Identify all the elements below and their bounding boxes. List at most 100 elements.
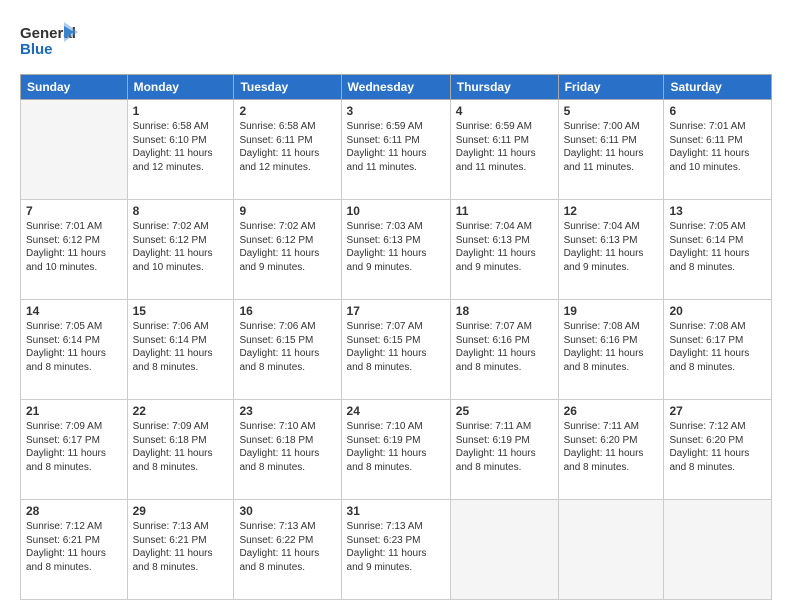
day-info: Sunrise: 7:10 AMSunset: 6:19 PMDaylight:… [347,420,445,474]
day-number: 28 [26,504,122,518]
day-number: 2 [239,104,335,118]
calendar-cell: 2 Sunrise: 6:58 AMSunset: 6:11 PMDaylight… [234,100,341,200]
calendar-table: Sunday Monday Tuesday Wednesday Thursday… [20,74,772,600]
calendar-cell: 22 Sunrise: 7:09 AMSunset: 6:18 PMDayligh… [127,400,234,500]
day-number: 18 [456,304,553,318]
col-monday: Monday [127,75,234,100]
day-number: 13 [669,204,766,218]
calendar-cell: 20 Sunrise: 7:08 AMSunset: 6:17 PMDayligh… [664,300,772,400]
calendar-cell: 14 Sunrise: 7:05 AMSunset: 6:14 PMDayligh… [21,300,128,400]
calendar-cell [21,100,128,200]
calendar-cell: 1Sunrise: 6:58 AMSunset: 6:10 PMDaylight… [127,100,234,200]
day-number: 23 [239,404,335,418]
day-info: Sunrise: 7:11 AMSunset: 6:20 PMDaylight:… [564,420,659,474]
day-number: 12 [564,204,659,218]
calendar-week-row: 28 Sunrise: 7:12 AMSunset: 6:21 PMDayligh… [21,500,772,600]
calendar-week-row: 21Sunrise: 7:09 AMSunset: 6:17 PMDayligh… [21,400,772,500]
day-info: Sunrise: 6:58 AMSunset: 6:11 PMDaylight:… [239,120,335,174]
day-info: Sunrise: 6:59 AMSunset: 6:11 PMDaylight:… [456,120,553,174]
col-wednesday: Wednesday [341,75,450,100]
day-number: 9 [239,204,335,218]
calendar-cell: 27 Sunrise: 7:12 AMSunset: 6:20 PMDayligh… [664,400,772,500]
calendar-week-row: 14 Sunrise: 7:05 AMSunset: 6:14 PMDayligh… [21,300,772,400]
calendar-cell: 5Sunrise: 7:00 AMSunset: 6:11 PMDaylight… [558,100,664,200]
day-number: 26 [564,404,659,418]
calendar-week-row: 1Sunrise: 6:58 AMSunset: 6:10 PMDaylight… [21,100,772,200]
day-info: Sunrise: 7:01 AMSunset: 6:11 PMDaylight:… [669,120,766,174]
day-info: Sunrise: 7:08 AMSunset: 6:16 PMDaylight:… [564,320,659,374]
logo-icon: General Blue [20,18,80,64]
col-saturday: Saturday [664,75,772,100]
day-number: 27 [669,404,766,418]
day-number: 16 [239,304,335,318]
calendar-cell: 17Sunrise: 7:07 AMSunset: 6:15 PMDayligh… [341,300,450,400]
day-info: Sunrise: 7:05 AMSunset: 6:14 PMDaylight:… [669,220,766,274]
day-number: 22 [133,404,229,418]
header: General Blue [20,18,772,64]
day-info: Sunrise: 7:08 AMSunset: 6:17 PMDaylight:… [669,320,766,374]
calendar-cell [450,500,558,600]
calendar-cell: 21Sunrise: 7:09 AMSunset: 6:17 PMDayligh… [21,400,128,500]
day-number: 20 [669,304,766,318]
col-tuesday: Tuesday [234,75,341,100]
calendar-cell: 6Sunrise: 7:01 AMSunset: 6:11 PMDaylight… [664,100,772,200]
day-number: 14 [26,304,122,318]
day-number: 29 [133,504,229,518]
day-info: Sunrise: 7:04 AMSunset: 6:13 PMDaylight:… [456,220,553,274]
calendar-cell: 9 Sunrise: 7:02 AMSunset: 6:12 PMDaylight… [234,200,341,300]
day-number: 24 [347,404,445,418]
day-info: Sunrise: 7:03 AMSunset: 6:13 PMDaylight:… [347,220,445,274]
calendar-cell: 4 Sunrise: 6:59 AMSunset: 6:11 PMDaylight… [450,100,558,200]
day-number: 11 [456,204,553,218]
day-info: Sunrise: 7:02 AMSunset: 6:12 PMDaylight:… [239,220,335,274]
day-info: Sunrise: 7:13 AMSunset: 6:21 PMDaylight:… [133,520,229,574]
calendar-cell: 23 Sunrise: 7:10 AMSunset: 6:18 PMDayligh… [234,400,341,500]
day-info: Sunrise: 6:59 AMSunset: 6:11 PMDaylight:… [347,120,445,174]
day-info: Sunrise: 7:12 AMSunset: 6:20 PMDaylight:… [669,420,766,474]
day-info: Sunrise: 7:02 AMSunset: 6:12 PMDaylight:… [133,220,229,274]
day-number: 4 [456,104,553,118]
day-number: 3 [347,104,445,118]
calendar-cell: 10 Sunrise: 7:03 AMSunset: 6:13 PMDayligh… [341,200,450,300]
calendar-cell: 25 Sunrise: 7:11 AMSunset: 6:19 PMDayligh… [450,400,558,500]
col-sunday: Sunday [21,75,128,100]
col-friday: Friday [558,75,664,100]
day-number: 10 [347,204,445,218]
col-thursday: Thursday [450,75,558,100]
calendar-cell: 19 Sunrise: 7:08 AMSunset: 6:16 PMDayligh… [558,300,664,400]
day-number: 19 [564,304,659,318]
day-number: 30 [239,504,335,518]
day-number: 25 [456,404,553,418]
day-info: Sunrise: 7:11 AMSunset: 6:19 PMDaylight:… [456,420,553,474]
calendar-cell: 24 Sunrise: 7:10 AMSunset: 6:19 PMDayligh… [341,400,450,500]
day-info: Sunrise: 7:12 AMSunset: 6:21 PMDaylight:… [26,520,122,574]
day-info: Sunrise: 7:13 AMSunset: 6:23 PMDaylight:… [347,520,445,574]
day-number: 8 [133,204,229,218]
calendar-week-row: 7 Sunrise: 7:01 AMSunset: 6:12 PMDaylight… [21,200,772,300]
day-info: Sunrise: 7:13 AMSunset: 6:22 PMDaylight:… [239,520,335,574]
day-number: 7 [26,204,122,218]
day-number: 1 [133,104,229,118]
day-info: Sunrise: 7:01 AMSunset: 6:12 PMDaylight:… [26,220,122,274]
calendar-cell: 13 Sunrise: 7:05 AMSunset: 6:14 PMDayligh… [664,200,772,300]
day-info: Sunrise: 7:10 AMSunset: 6:18 PMDaylight:… [239,420,335,474]
day-number: 15 [133,304,229,318]
svg-text:Blue: Blue [20,41,53,58]
day-number: 5 [564,104,659,118]
day-info: Sunrise: 7:06 AMSunset: 6:15 PMDaylight:… [239,320,335,374]
day-number: 17 [347,304,445,318]
day-info: Sunrise: 7:05 AMSunset: 6:14 PMDaylight:… [26,320,122,374]
calendar-header-row: Sunday Monday Tuesday Wednesday Thursday… [21,75,772,100]
calendar-cell: 18 Sunrise: 7:07 AMSunset: 6:16 PMDayligh… [450,300,558,400]
calendar-cell: 3 Sunrise: 6:59 AMSunset: 6:11 PMDaylight… [341,100,450,200]
calendar-cell [558,500,664,600]
day-number: 21 [26,404,122,418]
calendar-cell: 7 Sunrise: 7:01 AMSunset: 6:12 PMDaylight… [21,200,128,300]
calendar-cell: 15 Sunrise: 7:06 AMSunset: 6:14 PMDayligh… [127,300,234,400]
logo: General Blue [20,18,80,64]
calendar-cell: 12Sunrise: 7:04 AMSunset: 6:13 PMDayligh… [558,200,664,300]
calendar-cell: 30 Sunrise: 7:13 AMSunset: 6:22 PMDayligh… [234,500,341,600]
day-info: Sunrise: 7:06 AMSunset: 6:14 PMDaylight:… [133,320,229,374]
day-info: Sunrise: 7:07 AMSunset: 6:16 PMDaylight:… [456,320,553,374]
day-info: Sunrise: 7:09 AMSunset: 6:18 PMDaylight:… [133,420,229,474]
